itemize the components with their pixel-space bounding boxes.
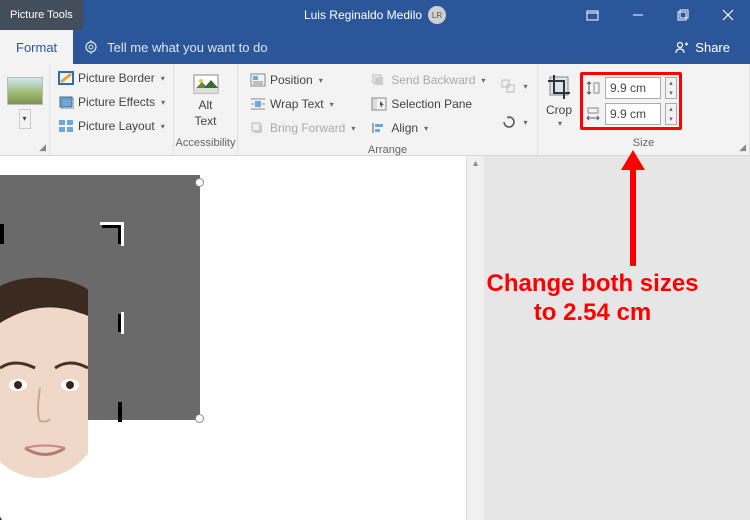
position-label: Position <box>270 73 313 87</box>
close-button[interactable] <box>705 0 750 30</box>
tell-me-label: Tell me what you want to do <box>107 40 267 55</box>
height-spinner[interactable]: ▴▾ <box>665 77 677 99</box>
resize-handle[interactable] <box>195 178 204 187</box>
size-group: Crop ▾ 9.9 cm ▴▾ 9.9 cm ▴▾ Size ◢ <box>538 64 750 155</box>
send-backward-label: Send Backward <box>391 73 475 87</box>
wrap-text-button[interactable]: Wrap Text▾ <box>246 92 359 116</box>
bring-forward-label: Bring Forward <box>270 121 345 135</box>
group-label: Accessibility <box>174 137 237 155</box>
tell-me-search[interactable]: Tell me what you want to do <box>73 30 277 64</box>
picture-layout-button[interactable]: Picture Layout▾ <box>54 114 169 138</box>
tab-format[interactable]: Format <box>0 30 73 64</box>
selection-pane-button[interactable]: Selection Pane <box>367 92 489 116</box>
size-inputs-highlight: 9.9 cm ▴▾ 9.9 cm ▴▾ <box>580 72 682 130</box>
arrange-group: Position▾ Wrap Text▾ Bring Forward▾ Send… <box>238 64 538 155</box>
height-input[interactable]: 9.9 cm <box>605 77 661 99</box>
maximize-button[interactable] <box>660 0 705 30</box>
align-label: Align <box>391 121 418 135</box>
crop-label: Crop <box>546 103 572 117</box>
send-backward-button[interactable]: Send Backward▾ <box>367 68 489 92</box>
selection-pane-label: Selection Pane <box>391 97 472 111</box>
share-label: Share <box>695 40 730 55</box>
minimize-button[interactable] <box>615 0 660 30</box>
picture-border-group: Picture Border▾ Picture Effects▾ Picture… <box>50 64 174 155</box>
annotation-text: Change both sizes to 2.54 cm <box>445 270 740 328</box>
picture-layout-label: Picture Layout <box>78 119 155 133</box>
chevron-down-icon: ▾ <box>558 119 562 128</box>
picture-effects-label: Picture Effects <box>78 95 155 109</box>
window-controls <box>570 0 750 30</box>
title-bar: Picture Tools Luis Reginaldo Medilo LR <box>0 0 750 30</box>
rotate-button[interactable]: ▾ <box>497 110 531 134</box>
vertical-scrollbar[interactable]: ▴ <box>466 156 484 520</box>
annotation-arrow-line <box>630 166 636 266</box>
picture-styles-group: ▾ ◢ <box>0 64 50 155</box>
group-label <box>50 140 173 155</box>
resize-handle[interactable] <box>195 414 204 423</box>
ribbon: ▾ ◢ Picture Border▾ Picture Effects▾ Pic… <box>0 64 750 156</box>
width-icon <box>585 106 601 122</box>
crop-button[interactable]: Crop ▾ <box>544 73 574 128</box>
picture-border-label: Picture Border <box>78 71 155 85</box>
position-button[interactable]: Position▾ <box>246 68 359 92</box>
annotation-line-2: to 2.54 cm <box>445 299 740 328</box>
picture-effects-button[interactable]: Picture Effects▾ <box>54 90 169 114</box>
annotation-line-1: Change both sizes <box>445 270 740 299</box>
canvas-background <box>472 156 750 520</box>
scroll-up-icon[interactable]: ▴ <box>467 158 484 169</box>
width-spinner[interactable]: ▴▾ <box>665 103 677 125</box>
picture-border-button[interactable]: Picture Border▾ <box>54 66 169 90</box>
dialog-launcher-icon[interactable]: ◢ <box>739 142 746 153</box>
contextual-tab-label: Picture Tools <box>0 0 83 30</box>
ribbon-tabs: Format Tell me what you want to do Share <box>0 30 750 64</box>
group-button[interactable]: ▾ <box>497 74 531 98</box>
wrap-text-label: Wrap Text <box>270 97 324 111</box>
ribbon-display-options-button[interactable] <box>570 0 615 30</box>
alt-text-label-2: Text <box>194 115 216 128</box>
picture-styles-more-button[interactable]: ▾ <box>19 109 31 129</box>
accessibility-group: Alt Text Accessibility <box>174 64 238 155</box>
window-title: Luis Reginaldo Medilo LR <box>304 6 446 24</box>
user-avatar[interactable]: LR <box>428 6 446 24</box>
height-icon <box>585 80 601 96</box>
alt-text-button[interactable]: Alt Text <box>174 64 237 137</box>
user-name: Luis Reginaldo Medilo <box>304 8 422 22</box>
bring-forward-button[interactable]: Bring Forward▾ <box>246 116 359 140</box>
alt-text-label-1: Alt <box>198 99 212 112</box>
align-button[interactable]: Align▾ <box>367 116 489 140</box>
picture-style-thumb[interactable] <box>7 77 43 105</box>
share-button[interactable]: Share <box>655 30 750 64</box>
width-input[interactable]: 9.9 cm <box>605 103 661 125</box>
dialog-launcher-icon[interactable]: ◢ <box>39 142 46 153</box>
picture-content <box>0 273 88 520</box>
